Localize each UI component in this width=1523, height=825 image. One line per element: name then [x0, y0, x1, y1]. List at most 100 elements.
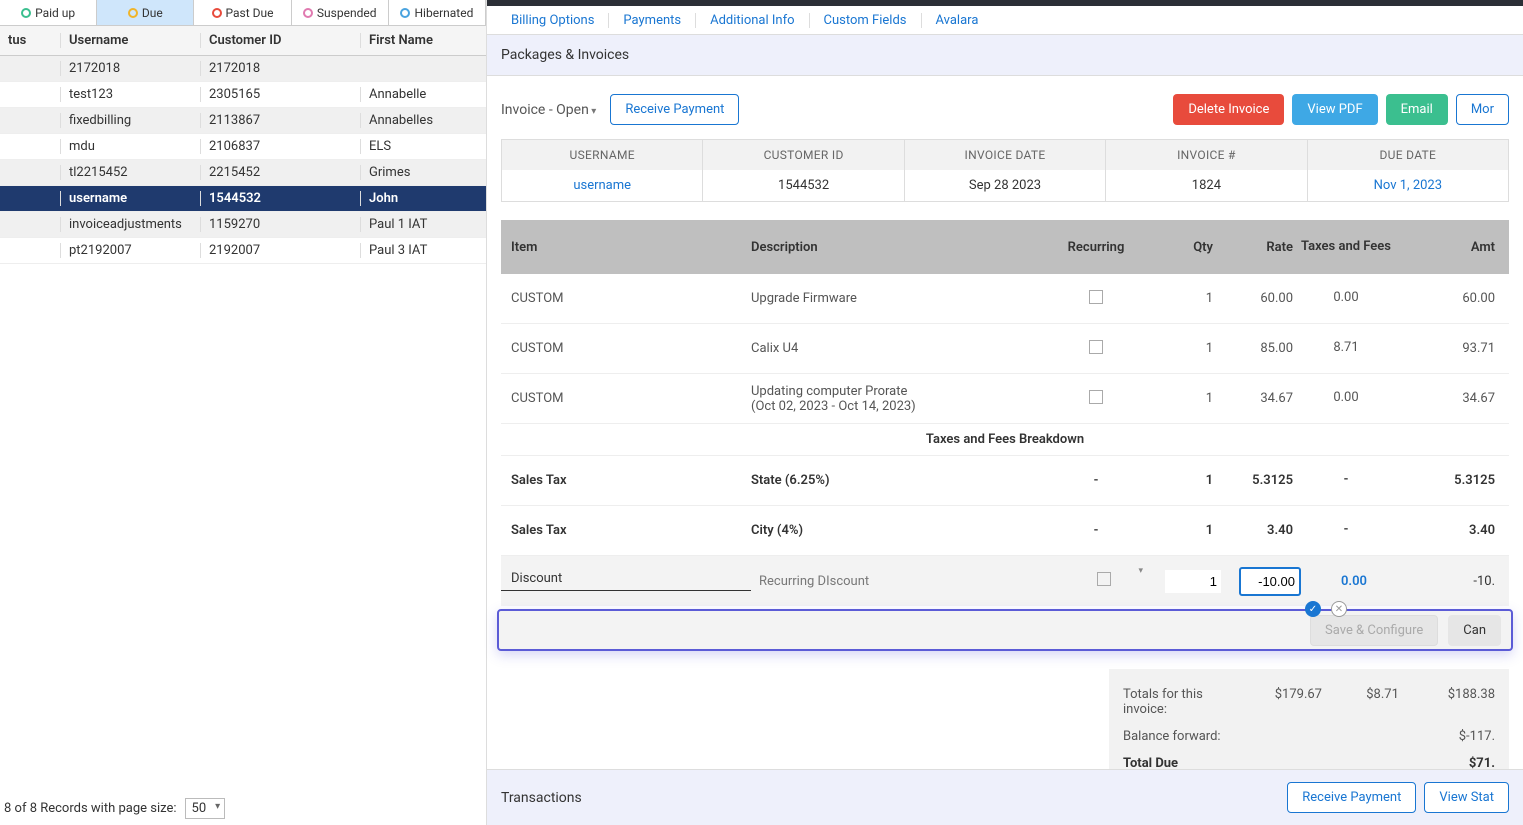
cell-first-name: John [360, 191, 486, 206]
invoice-panel: Billing OptionsPaymentsAdditional InfoCu… [487, 0, 1523, 825]
status-tab-due[interactable]: Due [97, 0, 194, 25]
cell-customer-id: 1544532 [200, 191, 360, 206]
packages-invoices-header: Packages & Invoices [487, 34, 1523, 76]
discount-qty-input[interactable] [1165, 570, 1221, 593]
cell-customer-id: 2113867 [200, 113, 360, 128]
status-tab-paid-up[interactable]: Paid up [0, 0, 97, 25]
sub-tabs: Billing OptionsPaymentsAdditional InfoCu… [487, 6, 1523, 34]
totals-tax: $8.71 [1322, 687, 1399, 717]
transactions-receive-payment-button[interactable]: Receive Payment [1287, 782, 1416, 813]
status-tab-suspended[interactable]: Suspended [292, 0, 389, 25]
table-row[interactable]: fixedbilling 2113867 Annabelles [0, 108, 486, 134]
discount-amt: -10. [1399, 574, 1509, 589]
table-row[interactable]: pt2192007 2192007 Paul 3 IAT [0, 238, 486, 264]
customer-list-panel: Paid upDuePast DueSuspendedHibernated tu… [0, 0, 487, 825]
cell-first-name: Paul 3 IAT [360, 243, 486, 258]
delete-invoice-button[interactable]: Delete Invoice [1173, 94, 1284, 125]
sub-tab-payments[interactable]: Payments [609, 13, 696, 28]
sub-tab-custom-fields[interactable]: Custom Fields [810, 13, 922, 28]
more-button[interactable]: Mor [1456, 94, 1509, 125]
items-header: Item Description Recurring Qty Rate Taxe… [501, 220, 1509, 274]
totals-sub: $179.67 [1245, 687, 1322, 717]
view-pdf-button[interactable]: View PDF [1292, 94, 1377, 125]
summary-header-username: USERNAME [502, 140, 702, 170]
totals-label: Totals for this invoice: [1123, 687, 1245, 717]
email-button[interactable]: Email [1386, 94, 1448, 125]
cell-username: test123 [60, 87, 200, 102]
recurring-checkbox[interactable] [1089, 290, 1103, 304]
summary-header-invoice-no: INVOICE # [1106, 140, 1306, 170]
table-row[interactable]: tl2215452 2215452 Grimes [0, 160, 486, 186]
save-configure-button[interactable]: Save & Configure [1310, 615, 1438, 646]
status-tabs: Paid upDuePast DueSuspendedHibernated [0, 0, 486, 26]
cancel-button[interactable]: Can [1448, 615, 1501, 646]
cell-customer-id: 2305165 [200, 87, 360, 102]
status-tab-past-due[interactable]: Past Due [194, 0, 291, 25]
transactions-label: Transactions [501, 790, 582, 806]
discount-recurring-checkbox[interactable] [1059, 572, 1149, 590]
recurring-checkbox[interactable] [1089, 390, 1103, 404]
edit-action-band: ✓ ✕ Save & Configure Can [497, 609, 1513, 651]
invoice-item-row[interactable]: CUSTOM Upgrade Firmware 1 60.00 0.00 60.… [501, 274, 1509, 324]
tax-row: Sales Tax City (4%) - 1 3.40 - 3.40 [501, 506, 1509, 556]
header-status: tus [0, 33, 60, 48]
header-username: Username [60, 33, 200, 48]
balance-label: Balance forward: [1123, 729, 1221, 744]
invoice-toolbar: Invoice - Open Receive Payment Delete In… [487, 76, 1523, 139]
invoice-item-row[interactable]: CUSTOM Calix U4 1 85.00 8.71 93.71 [501, 324, 1509, 374]
view-stat-button[interactable]: View Stat [1424, 782, 1509, 813]
header-first-name: First Name [360, 33, 486, 48]
cell-username: username [60, 191, 200, 206]
cell-username: mdu [60, 139, 200, 154]
customer-table-header: tus Username Customer ID First Name [0, 26, 486, 56]
sub-tab-billing-options[interactable]: Billing Options [497, 13, 609, 28]
cell-first-name: ELS [360, 139, 486, 154]
invoice-state-dropdown[interactable]: Invoice - Open [501, 102, 600, 118]
col-item: Item [501, 240, 751, 255]
col-amt: Amt [1391, 240, 1509, 255]
discount-item[interactable]: Discount [501, 571, 751, 591]
status-tab-hibernated[interactable]: Hibernated [389, 0, 486, 25]
page-size-select[interactable]: 50 [185, 798, 226, 819]
cell-customer-id: 2215452 [200, 165, 360, 180]
table-row[interactable]: test123 2305165 Annabelle [0, 82, 486, 108]
cell-customer-id: 2192007 [200, 243, 360, 258]
header-customer-id: Customer ID [200, 33, 360, 48]
col-qty: Qty [1141, 240, 1221, 255]
tax-row: Sales Tax State (6.25%) - 1 5.3125 - 5.3… [501, 456, 1509, 506]
table-row[interactable]: 2172018 2172018 [0, 56, 486, 82]
summary-username-link[interactable]: username [502, 170, 702, 201]
table-row[interactable]: mdu 2106837 ELS [0, 134, 486, 160]
col-rate: Rate [1221, 240, 1301, 255]
paging-bar: 8 of 8 Records with page size: 50 [4, 798, 225, 819]
discount-tax[interactable]: 0.00 [1309, 574, 1399, 589]
discount-description: Recurring DIscount [759, 574, 1059, 589]
summary-header-invoice-date: INVOICE DATE [905, 140, 1105, 170]
discount-row[interactable]: Discount Recurring DIscount 0.00 -10. [501, 556, 1509, 606]
cell-first-name: Annabelle [360, 87, 486, 102]
invoice-item-row[interactable]: CUSTOM Updating computer Prorate(Oct 02,… [501, 374, 1509, 424]
col-taxes-fees: Taxes and Fees [1301, 239, 1391, 256]
balance-value: $-117. [1395, 729, 1495, 744]
cell-customer-id: 2106837 [200, 139, 360, 154]
invoice-summary: USERNAME username CUSTOMER ID 1544532 IN… [501, 139, 1509, 202]
cell-username: pt2192007 [60, 243, 200, 258]
transactions-band: Transactions Receive Payment View Stat [487, 769, 1523, 825]
col-recurring: Recurring [1051, 240, 1141, 255]
cell-username: fixedbilling [60, 113, 200, 128]
table-row[interactable]: invoiceadjustments 1159270 Paul 1 IAT [0, 212, 486, 238]
col-description: Description [751, 240, 1051, 255]
receive-payment-button[interactable]: Receive Payment [610, 94, 739, 125]
paging-text: 8 of 8 Records with page size: [4, 801, 177, 816]
summary-due-date-link[interactable]: Nov 1, 2023 [1308, 170, 1508, 201]
sub-tab-avalara[interactable]: Avalara [922, 13, 993, 28]
cell-customer-id: 2172018 [200, 61, 360, 76]
discount-rate-input[interactable] [1239, 567, 1301, 596]
totals-total: $188.38 [1399, 687, 1495, 717]
cancel-icon[interactable]: ✕ [1331, 601, 1347, 617]
summary-header-customer-id: CUSTOMER ID [703, 140, 903, 170]
sub-tab-additional-info[interactable]: Additional Info [696, 13, 809, 28]
recurring-checkbox[interactable] [1089, 340, 1103, 354]
table-row[interactable]: username 1544532 John [0, 186, 486, 212]
confirm-icon[interactable]: ✓ [1305, 601, 1321, 617]
